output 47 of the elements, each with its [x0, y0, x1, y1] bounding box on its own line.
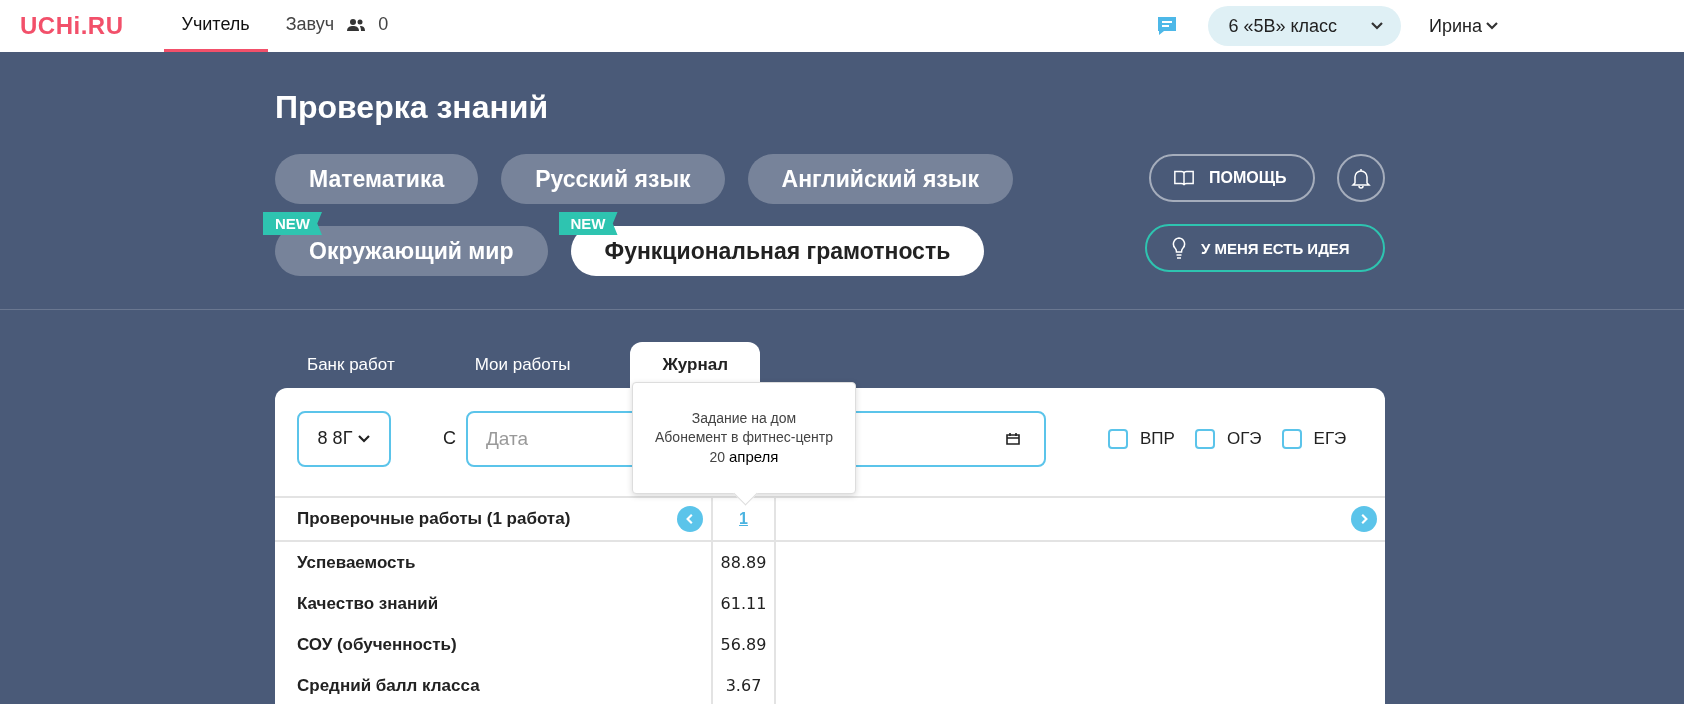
book-icon	[1173, 168, 1195, 188]
class-dropdown[interactable]: 8 8Г	[297, 410, 391, 467]
tooltip-text: Абонемент в фитнес-центр	[655, 428, 833, 447]
chat-icon[interactable]	[1156, 15, 1179, 37]
bell-icon	[1351, 167, 1371, 189]
help-button[interactable]: ПОМОЩЬ	[1149, 154, 1315, 202]
subject-tab[interactable]: Английский язык	[747, 154, 1013, 204]
nav-tab[interactable]: Учитель	[163, 0, 268, 52]
checkbox[interactable]	[1108, 428, 1128, 449]
chevron-icon	[358, 434, 371, 443]
table-cell: 3.67	[725, 676, 762, 695]
chevron-right-icon	[1358, 513, 1370, 525]
calendar-icon	[1006, 432, 1020, 445]
tab[interactable]: Банк работ	[287, 342, 417, 388]
next-button[interactable]	[1351, 506, 1377, 532]
nav-tab[interactable]: Завуч 0	[267, 0, 407, 52]
idea-button[interactable]: У МЕНЯ ЕСТЬ ИДЕЯ	[1145, 224, 1385, 272]
table-cell: 56.89	[720, 635, 767, 654]
chevron-icon	[1371, 22, 1384, 30]
checkbox[interactable]	[1194, 428, 1215, 449]
subject-tab[interactable]: Математика	[275, 154, 479, 204]
table-cell: 88.89	[720, 553, 767, 572]
table-cell: 61.11	[720, 594, 767, 613]
notifications-button[interactable]	[1337, 154, 1385, 202]
lightbulb-icon	[1171, 236, 1187, 260]
chevron-icon	[1486, 22, 1498, 30]
checkbox[interactable]	[1281, 428, 1302, 449]
previous-button[interactable]	[677, 506, 703, 532]
subject-tab[interactable]: Русский язык	[501, 154, 725, 204]
row-label: Качество знаний	[297, 593, 439, 614]
new-badge: NEW	[558, 212, 618, 235]
checkbox-label: ВПР	[1140, 428, 1175, 449]
chevron-left-icon	[684, 513, 696, 525]
people-icon	[346, 17, 367, 32]
tooltip-date: 20 апреля	[709, 447, 779, 467]
checkbox-label: ЕГЭ	[1313, 428, 1347, 449]
tab[interactable]: Мои работы	[454, 342, 593, 388]
checkbox-label: ОГЭ	[1226, 428, 1262, 449]
row-label: СОУ (обученность)	[297, 634, 457, 655]
table-header: Проверочные работы (1 работа)	[297, 509, 571, 529]
tooltip-text: Задание на дом	[691, 409, 797, 428]
class-selector[interactable]: 6 «5В» класс	[1208, 6, 1402, 46]
row-label: Успеваемость	[297, 552, 416, 573]
user-menu[interactable]: Ирина	[1423, 14, 1504, 38]
row-label: Средний балл класса	[297, 675, 480, 696]
new-badge: NEW	[263, 212, 322, 235]
from-label: С	[443, 428, 456, 449]
